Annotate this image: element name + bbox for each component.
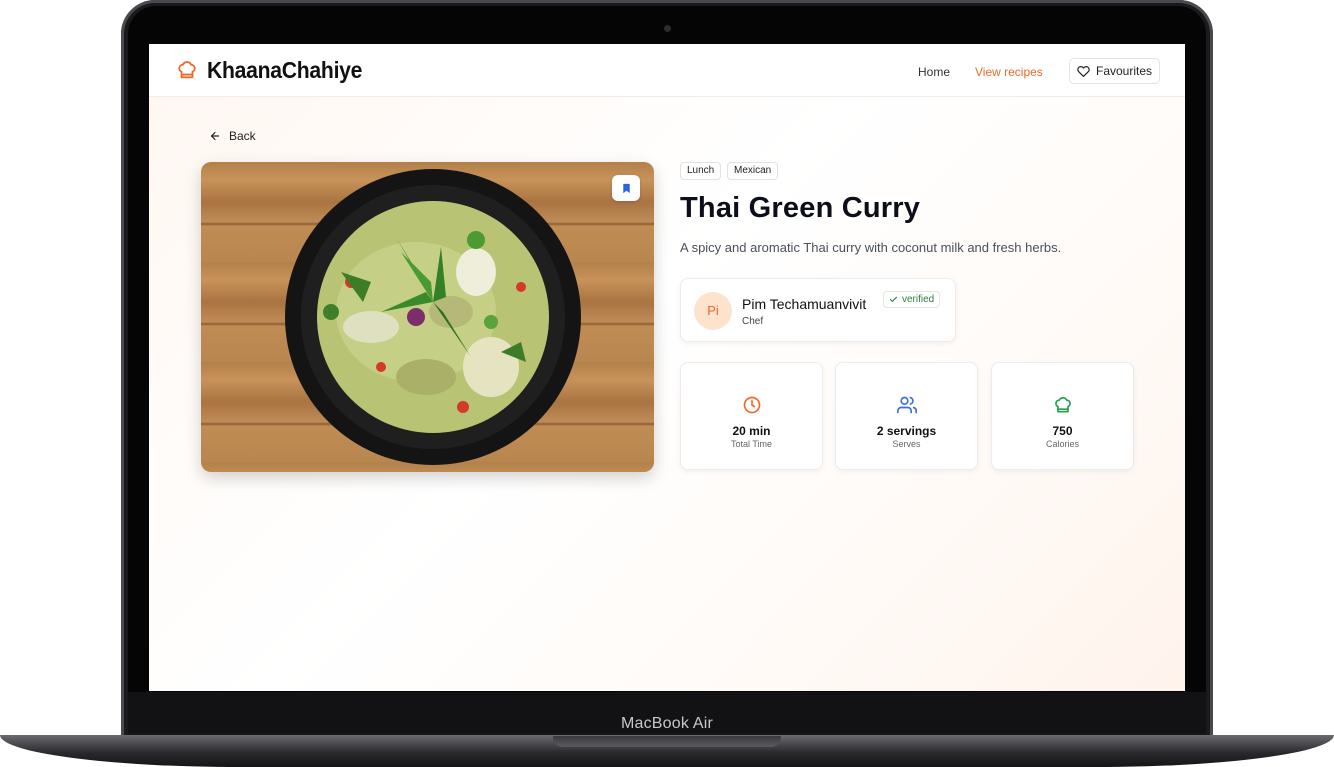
- favourites-label: Favourites: [1095, 64, 1153, 78]
- curry-bowl-illustration: [285, 169, 581, 465]
- navbar: KhaanaChahiye Home View recipes Favourit…: [149, 44, 1185, 97]
- camera-icon: [664, 25, 671, 32]
- stat-value: 2 servings: [876, 424, 937, 438]
- laptop-frame: MacBook Air KhaanaChahiye Home View reci…: [0, 0, 1334, 767]
- chef-card[interactable]: Pi Pim Techamuanvivit Chef verified: [680, 278, 956, 342]
- app-screen: KhaanaChahiye Home View recipes Favourit…: [149, 44, 1185, 691]
- nav-view-recipes-link[interactable]: View recipes: [975, 65, 1043, 79]
- users-icon: [896, 396, 917, 414]
- laptop-notch: [553, 736, 781, 747]
- recipe-title: Thai Green Curry: [680, 192, 921, 224]
- stat-value: 20 min: [732, 424, 771, 438]
- chef-hat-icon: [1054, 396, 1071, 413]
- tag-lunch[interactable]: Lunch: [680, 162, 722, 180]
- recipe-photo: [201, 162, 654, 472]
- stat-calories: 750 Calories: [991, 362, 1134, 470]
- app-logo-text[interactable]: KhaanaChahiye: [207, 57, 362, 84]
- stat-serves: 2 servings Serves: [835, 362, 978, 470]
- stat-value: 750: [1052, 424, 1073, 438]
- chef-role: Chef: [742, 316, 764, 327]
- stat-label: Serves: [892, 439, 921, 449]
- arrow-left-icon: [210, 131, 220, 141]
- stat-label: Total Time: [730, 439, 772, 449]
- bookmark-icon: [622, 183, 630, 193]
- back-label: Back: [229, 129, 256, 143]
- chef-name: Pim Techamuanvivit: [742, 296, 867, 312]
- tag-mexican[interactable]: Mexican: [727, 162, 779, 180]
- stat-total-time: 20 min Total Time: [680, 362, 823, 470]
- chef-hat-logo-icon: [178, 61, 196, 79]
- check-icon: [889, 296, 898, 302]
- chef-avatar: Pi: [694, 292, 732, 330]
- recipe-description: A spicy and aromatic Thai curry with coc…: [680, 240, 1062, 255]
- verified-label: verified: [902, 294, 935, 305]
- device-label: MacBook Air: [620, 715, 713, 732]
- stat-label: Calories: [1045, 439, 1079, 449]
- nav-home-link[interactable]: Home: [918, 65, 950, 79]
- favourites-button[interactable]: Favourites: [1069, 58, 1160, 84]
- verified-badge: verified: [883, 291, 941, 308]
- back-button[interactable]: Back: [209, 129, 256, 143]
- clock-icon: [743, 396, 760, 414]
- bookmark-button[interactable]: [612, 175, 640, 201]
- heart-icon: [1077, 65, 1090, 77]
